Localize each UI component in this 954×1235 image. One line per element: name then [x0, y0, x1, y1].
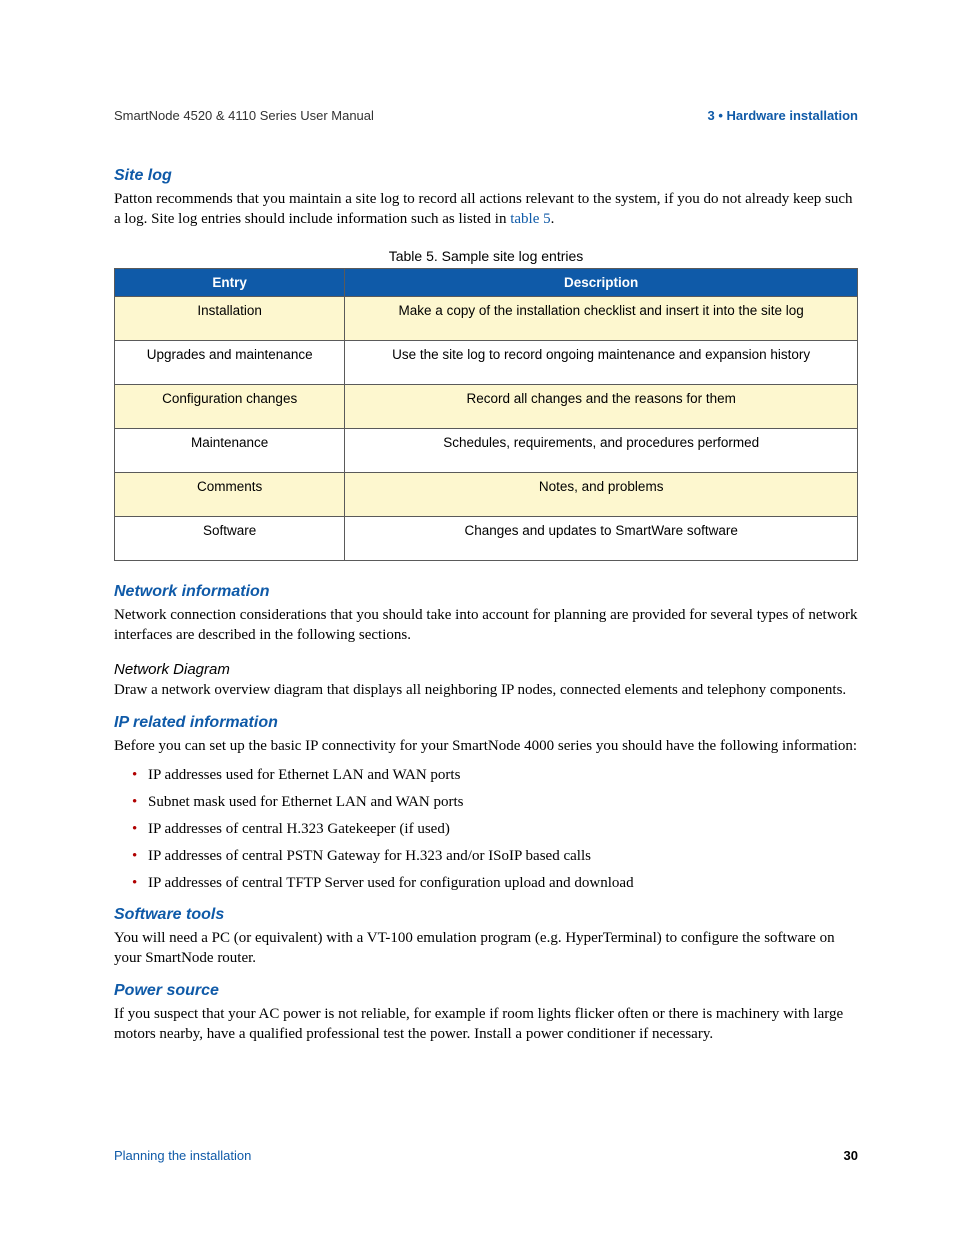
cell-entry: Configuration changes — [115, 384, 345, 428]
network-info-paragraph: Network connection considerations that y… — [114, 605, 858, 646]
cell-entry: Upgrades and maintenance — [115, 340, 345, 384]
list-item: IP addresses of central PSTN Gateway for… — [132, 848, 858, 865]
table-row: Comments Notes, and problems — [115, 472, 858, 516]
site-log-paragraph: Patton recommends that you maintain a si… — [114, 189, 858, 230]
document-page: SmartNode 4520 & 4110 Series User Manual… — [0, 0, 954, 1235]
header-right: 3 • Hardware installation — [708, 108, 858, 123]
list-item: IP addresses used for Ethernet LAN and W… — [132, 767, 858, 784]
site-log-table: Entry Description Installation Make a co… — [114, 268, 858, 561]
power-source-paragraph: If you suspect that your AC power is not… — [114, 1004, 858, 1045]
list-item: IP addresses of central H.323 Gatekeeper… — [132, 821, 858, 838]
section-title-power-source: Power source — [114, 982, 858, 1000]
ip-info-paragraph: Before you can set up the basic IP conne… — [114, 736, 858, 756]
table-row: Installation Make a copy of the installa… — [115, 296, 858, 340]
page-header: SmartNode 4520 & 4110 Series User Manual… — [114, 108, 858, 123]
site-log-text-post: . — [551, 211, 555, 227]
table-row: Upgrades and maintenance Use the site lo… — [115, 340, 858, 384]
cell-description: Make a copy of the installation checklis… — [345, 296, 858, 340]
th-description: Description — [345, 268, 858, 296]
cell-description: Notes, and problems — [345, 472, 858, 516]
software-tools-paragraph: You will need a PC (or equivalent) with … — [114, 928, 858, 969]
section-title-site-log: Site log — [114, 167, 858, 185]
site-log-text-pre: Patton recommends that you maintain a si… — [114, 191, 853, 227]
cell-entry: Comments — [115, 472, 345, 516]
section-title-ip-info: IP related information — [114, 714, 858, 732]
page-footer: Planning the installation 30 — [114, 1148, 858, 1163]
table-row: Software Changes and updates to SmartWar… — [115, 516, 858, 560]
header-left: SmartNode 4520 & 4110 Series User Manual — [114, 108, 374, 123]
cell-entry: Maintenance — [115, 428, 345, 472]
cell-entry: Installation — [115, 296, 345, 340]
cell-description: Use the site log to record ongoing maint… — [345, 340, 858, 384]
list-item: Subnet mask used for Ethernet LAN and WA… — [132, 794, 858, 811]
table-row: Configuration changes Record all changes… — [115, 384, 858, 428]
cell-description: Record all changes and the reasons for t… — [345, 384, 858, 428]
footer-left: Planning the installation — [114, 1148, 251, 1163]
table-header-row: Entry Description — [115, 268, 858, 296]
cell-description: Schedules, requirements, and procedures … — [345, 428, 858, 472]
table-row: Maintenance Schedules, requirements, and… — [115, 428, 858, 472]
network-diagram-paragraph: Draw a network overview diagram that dis… — [114, 680, 858, 700]
ip-info-list: IP addresses used for Ethernet LAN and W… — [114, 767, 858, 892]
subheading-network-diagram: Network Diagram — [114, 661, 858, 678]
table-5-link[interactable]: table 5 — [510, 211, 550, 227]
section-title-network-info: Network information — [114, 583, 858, 601]
th-entry: Entry — [115, 268, 345, 296]
section-title-software-tools: Software tools — [114, 906, 858, 924]
cell-entry: Software — [115, 516, 345, 560]
list-item: IP addresses of central TFTP Server used… — [132, 875, 858, 892]
footer-page-number: 30 — [844, 1148, 858, 1163]
table-caption: Table 5. Sample site log entries — [114, 248, 858, 264]
cell-description: Changes and updates to SmartWare softwar… — [345, 516, 858, 560]
